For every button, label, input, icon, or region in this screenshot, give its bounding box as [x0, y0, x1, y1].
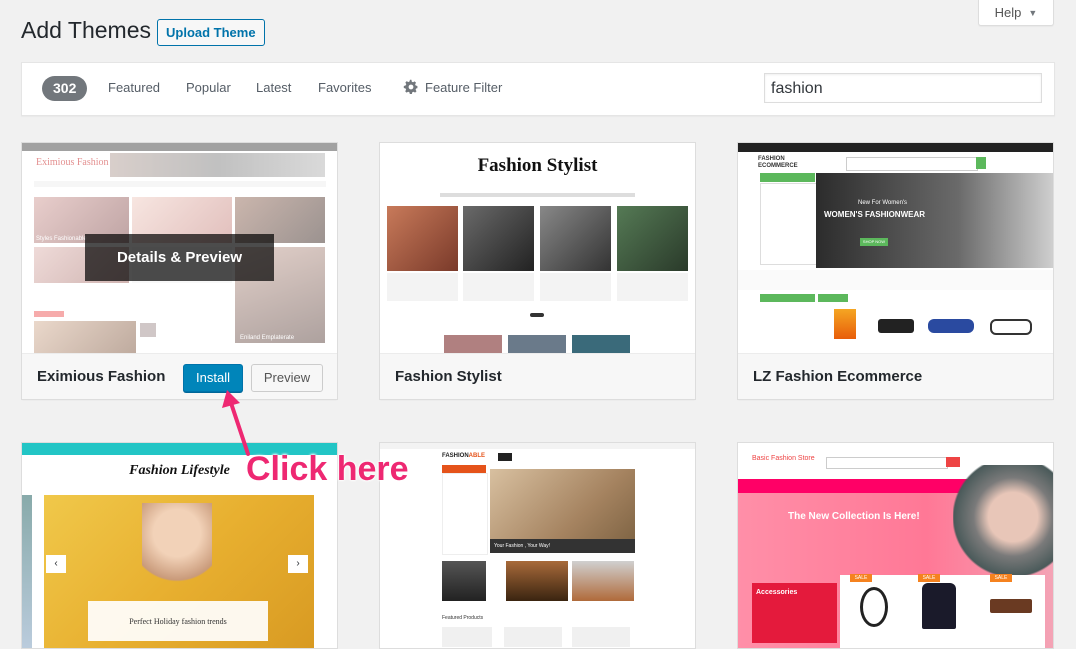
theme-screenshot[interactable]: FASHIONABLE Your Fashion , Your Way! Fea…	[380, 443, 695, 648]
shot-banner: Your Fashion , Your Way!	[490, 539, 635, 553]
theme-footer: Eximious Fashion Install Preview	[22, 353, 337, 399]
theme-screenshot[interactable]: Eximious Fashion Styles Fashionable Enil…	[22, 143, 337, 353]
shot-hero: The New Collection Is Here!	[788, 511, 920, 522]
tab-latest[interactable]: Latest	[256, 80, 291, 95]
theme-name: LZ Fashion Ecommerce	[753, 368, 923, 385]
shot-logo: Basic Fashion Store	[752, 455, 815, 462]
theme-card-fashionable[interactable]: FASHIONABLE Your Fashion , Your Way! Fea…	[379, 442, 696, 649]
shot-hero-small: New For Women's	[858, 200, 908, 206]
theme-card-fashion-stylist[interactable]: Fashion Stylist Fashion Stylist	[379, 142, 696, 400]
shot-hero: WOMEN'S FASHIONWEAR	[824, 210, 926, 219]
gear-icon[interactable]	[403, 79, 419, 95]
tab-popular[interactable]: Popular	[186, 80, 231, 95]
shot-featured: Featured Products	[442, 615, 484, 621]
feature-filter-link[interactable]: Feature Filter	[425, 80, 502, 95]
help-tab[interactable]: Help ▼	[978, 0, 1054, 26]
tab-favorites[interactable]: Favorites	[318, 80, 371, 95]
theme-card-eximious-fashion[interactable]: Eximious Fashion Styles Fashionable Enil…	[21, 142, 338, 400]
sale-badge: SALE	[990, 574, 1012, 582]
theme-screenshot[interactable]: Fashion Stylist	[380, 143, 695, 353]
theme-footer: LZ Fashion Ecommerce	[738, 353, 1053, 399]
shot-logo: FASHION	[758, 156, 785, 162]
theme-screenshot[interactable]: Basic Fashion Store The New Collection I…	[738, 443, 1053, 648]
theme-filter-bar: 302 Featured Popular Latest Favorites Fe…	[21, 62, 1055, 116]
shot-hero-button: SHOP NOW	[860, 238, 888, 246]
details-preview-button[interactable]: Details & Preview	[85, 234, 274, 281]
theme-footer: Fashion Stylist	[380, 353, 695, 399]
tab-featured[interactable]: Featured	[108, 80, 160, 95]
search-themes-input[interactable]: fashion	[764, 73, 1042, 103]
shot-logo: Fashion Stylist	[477, 155, 598, 176]
shot-logo: FASHIONABLE	[442, 453, 486, 459]
shot-post-title: Perfect Holiday fashion trends	[129, 617, 227, 626]
annotation-arrow-icon	[222, 390, 250, 456]
theme-count-badge: 302	[42, 76, 88, 101]
theme-card-basic-fashion-store[interactable]: Basic Fashion Store The New Collection I…	[737, 442, 1054, 649]
shot-logo: ECOMMERCE	[758, 163, 798, 169]
preview-button[interactable]: Preview	[251, 364, 323, 392]
chevron-right-icon[interactable]: ›	[288, 555, 308, 573]
help-label: Help	[994, 5, 1022, 20]
theme-card-lz-fashion-ecommerce[interactable]: FASHION ECOMMERCE New For Women's WOMEN'…	[737, 142, 1054, 400]
chevron-left-icon[interactable]: ‹	[46, 555, 66, 573]
caret-down-icon: ▼	[1028, 7, 1038, 18]
theme-name: Fashion Stylist	[395, 368, 502, 385]
sale-badge: SALE	[850, 574, 872, 582]
shot-promo-title: Accessories	[756, 589, 798, 596]
theme-name: Eximious Fashion	[37, 368, 166, 385]
page-title: Add Themes	[21, 17, 151, 43]
theme-screenshot[interactable]: FASHION ECOMMERCE New For Women's WOMEN'…	[738, 143, 1053, 353]
upload-theme-button[interactable]: Upload Theme	[157, 19, 265, 46]
click-here-annotation: Click here	[246, 450, 409, 488]
sale-badge: SALE	[918, 574, 940, 582]
